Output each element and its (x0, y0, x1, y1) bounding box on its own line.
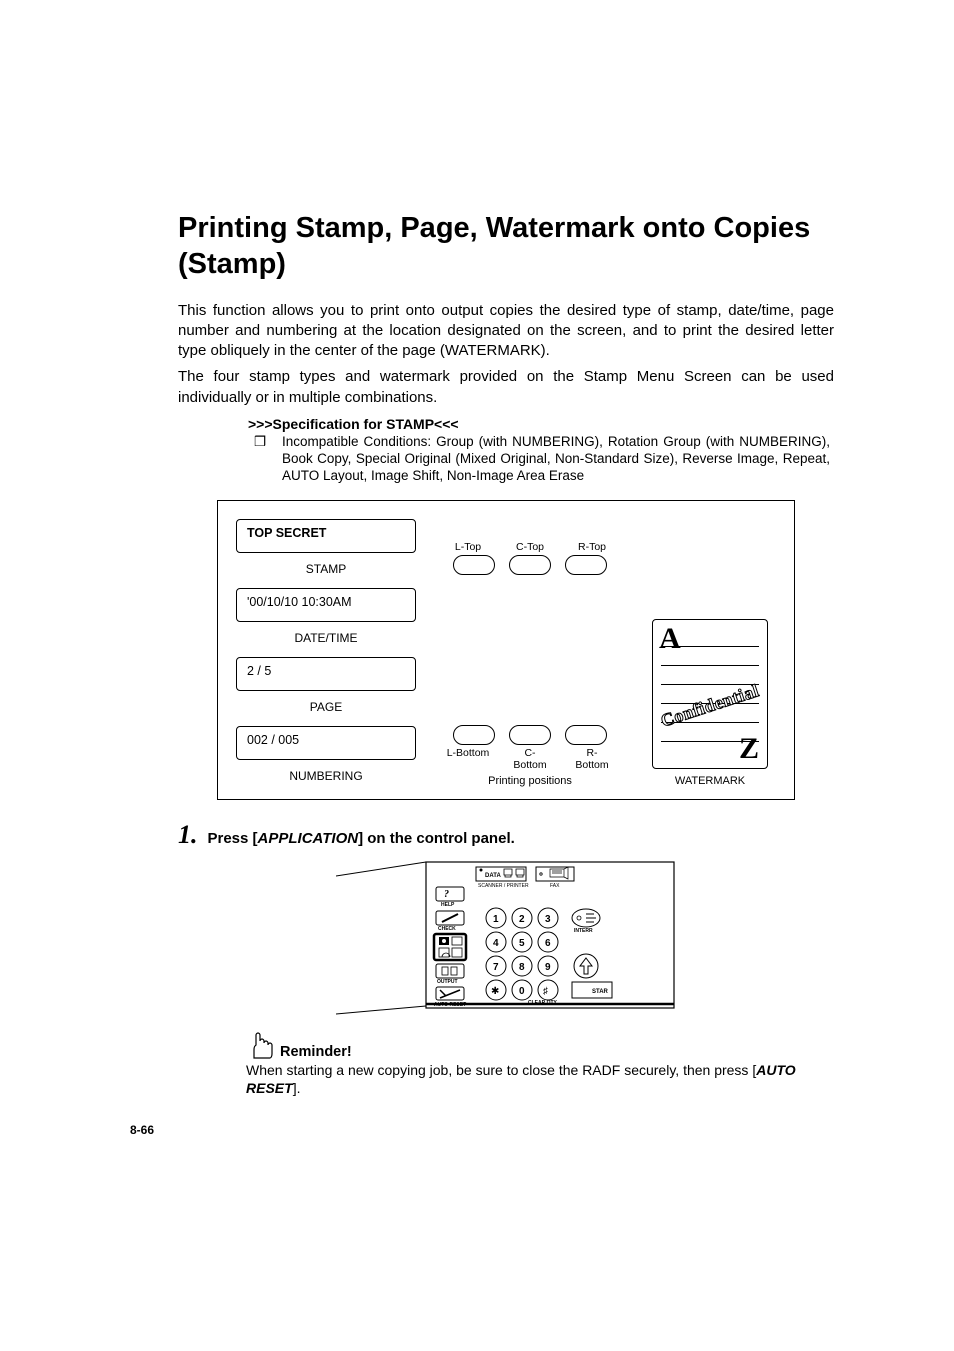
spec-heading: >>>Specification for STAMP<<< (248, 416, 834, 432)
panel-help-label: HELP (441, 902, 455, 908)
watermark-letter-z: Z (739, 732, 759, 766)
position-label: L-Bottom (446, 747, 490, 771)
positions-caption: Printing positions (446, 775, 614, 787)
position-slot (565, 555, 607, 575)
panel-check-label: CHECK (438, 926, 456, 932)
panel-fax-label: FAX (550, 883, 560, 889)
spec-marker-icon: ❒ (268, 434, 282, 451)
stamp-card-value: 002 / 005 (247, 733, 299, 747)
svg-text:7: 7 (493, 962, 499, 973)
position-label: C-Top (508, 541, 552, 553)
svg-text:0: 0 (519, 986, 525, 997)
step-1: 1. Press [APPLICATION] on the control pa… (178, 822, 834, 848)
stamp-card-topsecret: TOP SECRET (236, 519, 416, 553)
numeric-keypad: 1 2 3 4 5 6 7 8 9 ✱ 0 ♯ CLEAR QTY. (486, 908, 558, 1006)
stamp-card-value: '00/10/10 10:30AM (247, 595, 352, 609)
help-icon: ? (444, 889, 449, 900)
step-text-pre: Press [ (208, 830, 258, 847)
position-label: R-Top (570, 541, 614, 553)
panel-output-label: OUTPUT (437, 979, 458, 985)
svg-text:2: 2 (519, 914, 525, 925)
spec-text: Incompatible Conditions: Group (with NUM… (282, 434, 830, 483)
svg-text:8: 8 (519, 962, 525, 973)
reminder-text: When starting a new copying job, be sure… (246, 1062, 834, 1097)
svg-text:9: 9 (545, 962, 551, 973)
reminder-label: Reminder! (280, 1044, 352, 1060)
position-label: L-Top (446, 541, 490, 553)
watermark-letter-a: A (659, 622, 681, 656)
panel-star-label: STAR (592, 989, 609, 995)
stamp-card-caption: STAMP (236, 562, 416, 576)
panel-scanner-label: SCANNER / PRINTER (478, 883, 529, 889)
reminder-text-pre: When starting a new copying job, be sure… (246, 1062, 756, 1078)
reminder-hand-icon (246, 1030, 274, 1060)
step-number: 1. (178, 822, 198, 848)
step-text-post: ] on the control panel. (358, 830, 515, 847)
position-slot (453, 725, 495, 745)
step-button-name: APPLICATION (258, 830, 359, 847)
stamp-card-caption: DATE/TIME (236, 631, 416, 645)
spec-item: ❒Incompatible Conditions: Group (with NU… (268, 434, 834, 485)
diagram-watermark: A Z Confidential WATERMARK (644, 519, 776, 787)
stamp-card-datetime: '00/10/10 10:30AM (236, 588, 416, 622)
panel-autoreset-label: AUTO RESET (434, 1002, 466, 1008)
svg-text:4: 4 (493, 938, 499, 949)
step-instruction: Press [APPLICATION] on the control panel… (208, 830, 515, 847)
stamp-card-value: TOP SECRET (247, 526, 326, 540)
position-slot (453, 555, 495, 575)
svg-text:5: 5 (519, 938, 525, 949)
panel-interr-label: INTERR (574, 928, 593, 934)
reminder-block: Reminder! When starting a new copying jo… (246, 1030, 834, 1097)
position-bottom-labels: L-Bottom C-Bottom R-Bottom (446, 747, 614, 771)
svg-text:6: 6 (545, 938, 551, 949)
position-label: R-Bottom (570, 747, 614, 771)
position-slot (509, 725, 551, 745)
svg-text:♯: ♯ (543, 986, 548, 997)
diagram-left-column: TOP SECRET STAMP '00/10/10 10:30AM DATE/… (236, 519, 416, 787)
page-title: Printing Stamp, Page, Watermark onto Cop… (178, 210, 834, 283)
position-slot (509, 555, 551, 575)
stamp-card-page: 2 / 5 (236, 657, 416, 691)
stamp-card-caption: NUMBERING (236, 769, 416, 783)
position-slot (565, 725, 607, 745)
svg-text:3: 3 (545, 914, 551, 925)
svg-text:✱: ✱ (491, 986, 499, 997)
svg-text:1: 1 (493, 914, 499, 925)
position-top-labels: L-Top C-Top R-Top (446, 541, 614, 553)
position-label: C-Bottom (508, 747, 552, 771)
diagram-positions: L-Top C-Top R-Top L-Bottom (428, 519, 632, 787)
control-panel-illustration: DATA SCANNER / PRINTER FAX ? HELP CHECK (178, 856, 834, 1016)
stamp-card-numbering: 002 / 005 (236, 726, 416, 760)
panel-clearqty-label: CLEAR QTY. (528, 1000, 558, 1006)
watermark-caption: WATERMARK (675, 775, 745, 787)
intro-paragraph-2: The four stamp types and watermark provi… (178, 367, 834, 408)
intro-paragraph-1: This function allows you to print onto o… (178, 301, 834, 362)
stamp-card-value: 2 / 5 (247, 664, 271, 678)
panel-data-label: DATA (485, 873, 501, 879)
watermark-card: A Z Confidential (652, 619, 768, 769)
reminder-text-post: ]. (293, 1080, 301, 1096)
stamp-diagram: TOP SECRET STAMP '00/10/10 10:30AM DATE/… (217, 500, 795, 800)
stamp-card-caption: PAGE (236, 700, 416, 714)
page-number: 8-66 (130, 1123, 834, 1137)
